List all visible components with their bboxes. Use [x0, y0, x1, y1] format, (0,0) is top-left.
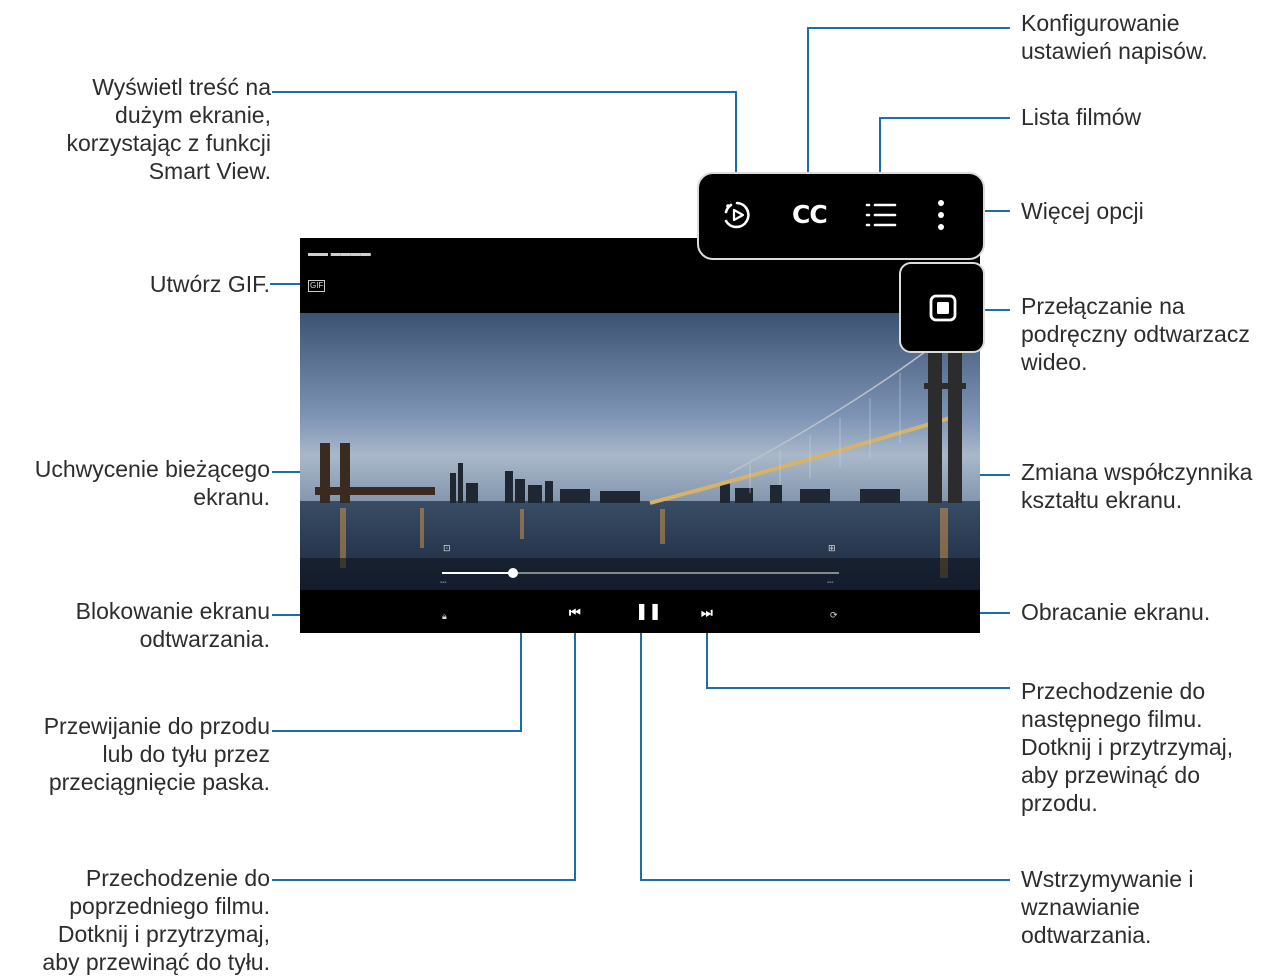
- label-capture: Uchwycenie bieżącego ekranu.: [34, 456, 270, 510]
- label-aspect: Zmiana współczynnika kształtu ekranu.: [1021, 459, 1253, 513]
- rotate-icon[interactable]: ⟳: [830, 610, 838, 620]
- label-rotate: Obracanie ekranu.: [1021, 599, 1211, 625]
- label-popup-player: Przełączanie na podręczny odtwarzacz wid…: [1021, 293, 1250, 375]
- callout-line-previous: [272, 624, 576, 881]
- elapsed-time: ▪▪▪: [440, 580, 447, 586]
- label-subtitles: Konfigurowanie ustawień napisów.: [1021, 10, 1208, 64]
- callout-line-pause: [640, 624, 1010, 881]
- label-list: Lista filmów: [1021, 104, 1142, 130]
- label-previous: Przechodzenie do poprzedniego filmu. Dot…: [42, 865, 270, 975]
- label-pause: Wstrzymywanie i wznawianie odtwarzania.: [1021, 866, 1194, 948]
- total-time: ▪▪▪: [827, 580, 834, 586]
- label-next: Przechodzenie do następnego filmu. Dotkn…: [1021, 678, 1234, 816]
- control-bar: 🔒︎ ⏮︎ ❚❚ ⏭︎ ⟳: [300, 590, 980, 633]
- video-frame: [300, 313, 980, 590]
- smart-view-icon[interactable]: [721, 199, 753, 231]
- popup-player-icon[interactable]: [929, 294, 957, 322]
- previous-icon[interactable]: ⏮︎: [569, 606, 581, 620]
- label-more: Więcej opcji: [1021, 198, 1144, 224]
- toolbar-magnified: CC: [697, 172, 985, 260]
- cc-icon[interactable]: CC: [792, 200, 828, 229]
- gif-icon[interactable]: GIF: [308, 280, 326, 292]
- callout-line-next: [706, 624, 1010, 689]
- label-smart-view: Wyświetl treść na dużym ekranie, korzyst…: [66, 74, 271, 184]
- callout-line-subtitles: [807, 27, 1010, 175]
- label-gif: Utwórz GIF.: [149, 271, 270, 297]
- callout-line-smart-view: [272, 91, 737, 175]
- pause-icon[interactable]: ❚❚: [635, 604, 662, 620]
- callout-line-list: [879, 117, 1010, 175]
- video-title: ▬▬ ▬▬▬▬: [308, 248, 371, 259]
- next-icon[interactable]: ⏭︎: [701, 606, 713, 620]
- list-icon[interactable]: [864, 199, 898, 231]
- seek-bar-progress: [442, 572, 514, 574]
- lock-icon[interactable]: 🔒︎: [442, 611, 447, 621]
- capture-icon[interactable]: ⊡: [443, 543, 451, 553]
- aspect-ratio-icon[interactable]: ⊞: [828, 543, 836, 553]
- label-seek: Przewijanie do przodu lub do tyłu przez …: [43, 713, 270, 795]
- more-vert-icon[interactable]: [935, 199, 947, 233]
- popup-player-magnified: [899, 262, 985, 353]
- label-lock: Blokowanie ekranu odtwarzania.: [75, 598, 270, 652]
- video-player: ▬▬ ▬▬▬▬ GIF ⊡ ⊞ ▪▪▪ ▪▪▪ 🔒︎ ⏮︎ ❚❚ ⏭︎ ⟳: [300, 238, 980, 633]
